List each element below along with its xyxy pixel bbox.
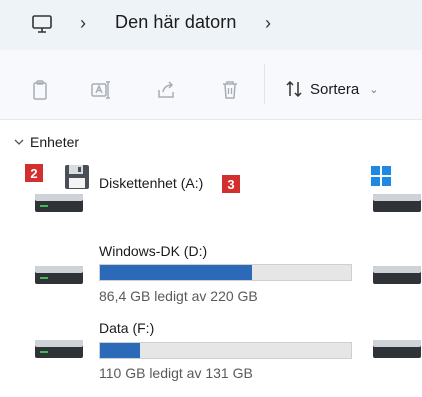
copy-icon[interactable] xyxy=(28,78,52,102)
monitor-icon[interactable] xyxy=(30,12,54,36)
drive-usage-fill xyxy=(100,265,253,280)
drive-usage-bar xyxy=(99,264,352,281)
drive-icon[interactable] xyxy=(372,265,422,285)
drive-name-floppy[interactable]: Diskettenhet (A:) xyxy=(99,175,203,191)
sort-label: Sortera xyxy=(310,80,360,98)
sort-icon xyxy=(286,80,302,98)
chevron-down-icon[interactable] xyxy=(14,137,24,147)
floppy-icon xyxy=(65,165,89,189)
drive-name-data[interactable]: Data (F:) xyxy=(99,320,154,336)
drive-icon[interactable] xyxy=(372,339,422,359)
share-icon[interactable] xyxy=(154,78,178,102)
toolbar-divider xyxy=(264,64,265,104)
drive-icon[interactable] xyxy=(34,193,84,213)
section-title: Enheter xyxy=(30,134,80,150)
drive-free-space: 110 GB ledigt av 131 GB xyxy=(99,365,253,381)
drive-icon[interactable] xyxy=(34,339,84,359)
annotation-badge: 3 xyxy=(222,175,240,193)
drive-usage-bar xyxy=(99,342,352,359)
devices-group-header[interactable]: Enheter xyxy=(14,134,79,150)
drive-free-space: 86,4 GB ledigt av 220 GB xyxy=(99,288,258,304)
windows-logo-icon xyxy=(371,166,391,186)
breadcrumb-this-pc[interactable]: Den här datorn xyxy=(115,12,236,33)
drive-icon[interactable] xyxy=(34,265,84,285)
chevron-down-icon: ⌄ xyxy=(369,83,379,96)
breadcrumb-separator[interactable]: › xyxy=(80,13,86,34)
annotation-badge: 2 xyxy=(25,164,43,182)
sort-button[interactable]: Sortera ⌄ xyxy=(284,76,378,102)
drive-name-windows[interactable]: Windows-DK (D:) xyxy=(99,243,207,259)
drive-usage-fill xyxy=(100,343,141,358)
delete-icon[interactable] xyxy=(218,78,242,102)
address-bar[interactable]: › Den här datorn › xyxy=(0,0,422,50)
drive-icon[interactable] xyxy=(372,193,422,213)
breadcrumb-separator[interactable]: › xyxy=(265,13,271,34)
rename-icon[interactable] xyxy=(88,78,112,102)
